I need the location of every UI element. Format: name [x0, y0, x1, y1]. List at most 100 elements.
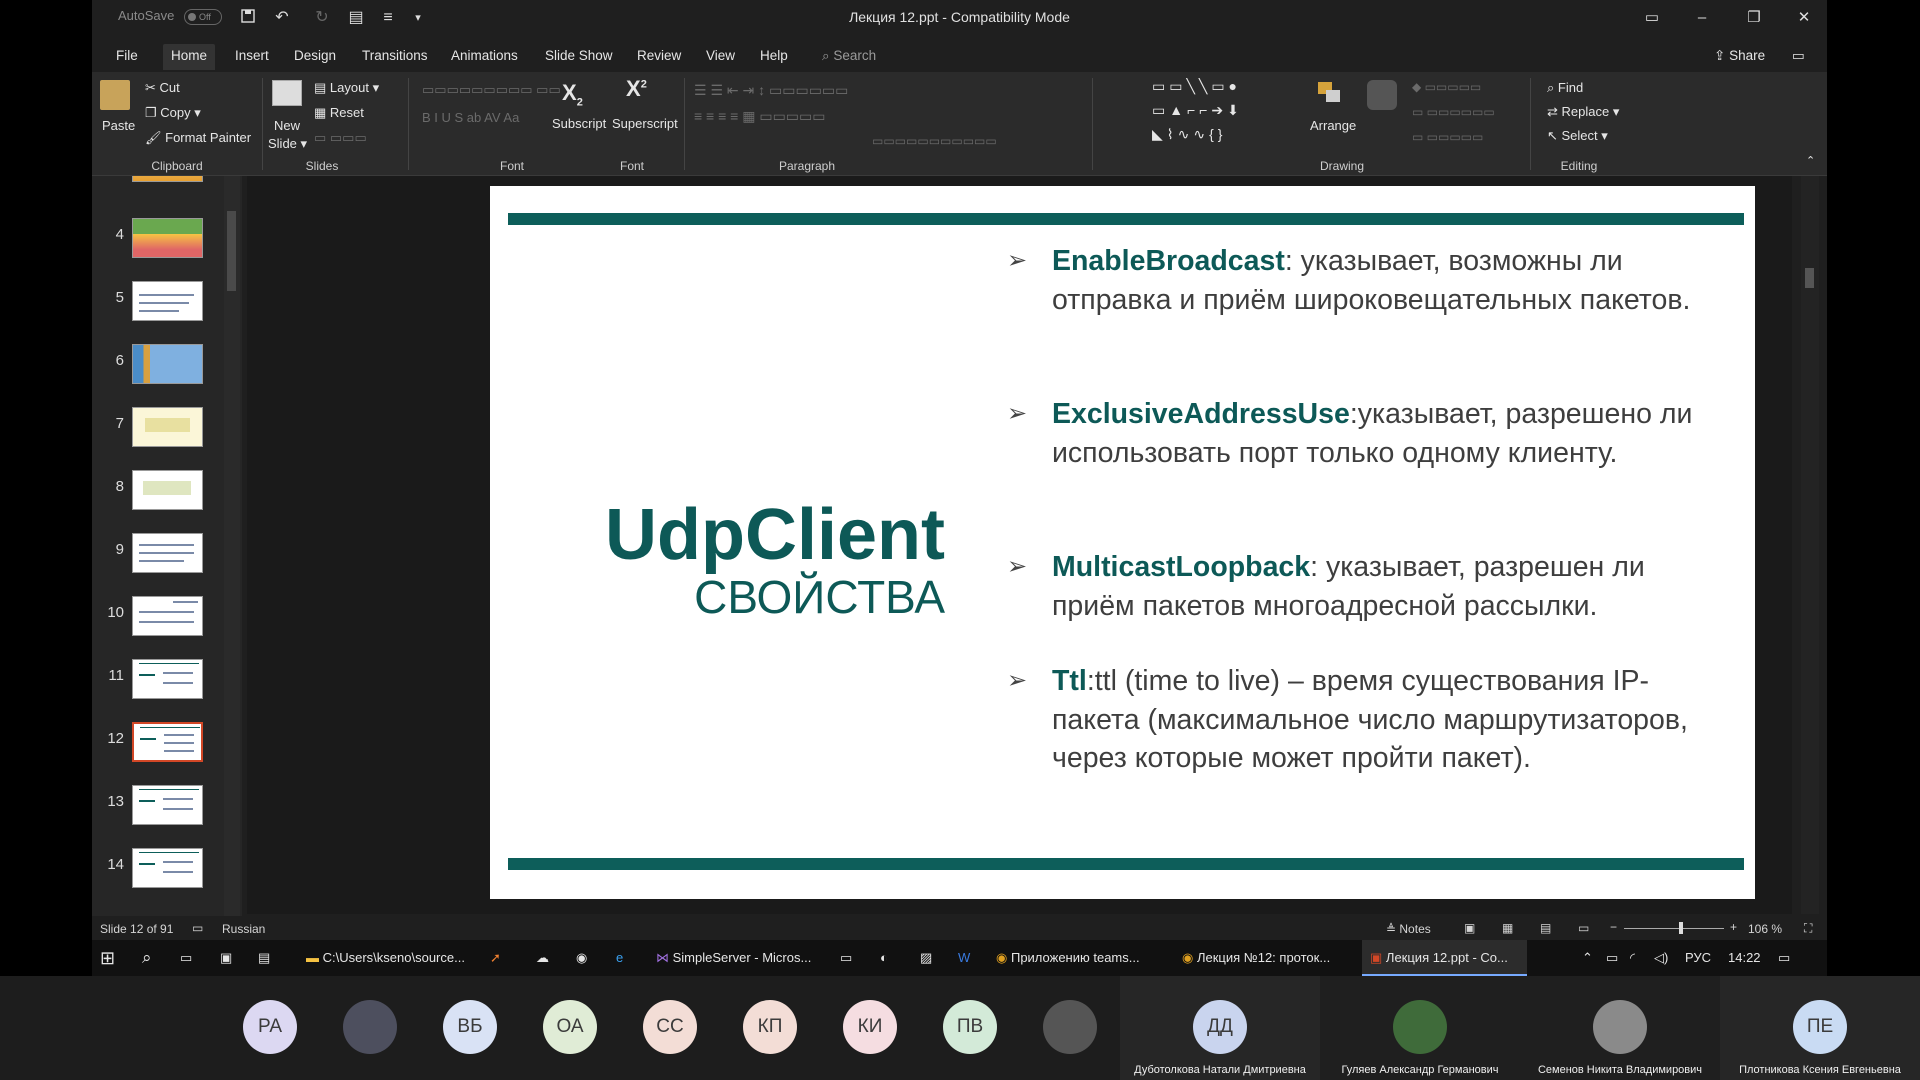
word-icon[interactable]: W	[958, 940, 970, 976]
notifications-icon[interactable]: ▭	[1778, 940, 1790, 976]
slide-scrollbar[interactable]	[1801, 176, 1819, 914]
collapse-ribbon-icon[interactable]: ⌃	[1806, 154, 1815, 167]
ribbon-display-icon[interactable]: ▭	[1632, 6, 1672, 30]
windows-start-icon[interactable]: ⊞	[100, 940, 115, 976]
taskbar-item-powerpoint[interactable]: ▣ Лекция 12.ppt - Co...	[1362, 940, 1527, 976]
tab-slide-show[interactable]: Slide Show	[537, 44, 621, 70]
taskbar-item-chrome-2[interactable]: ◉ Лекция №12: проток...	[1182, 940, 1330, 976]
thumbnail-row[interactable]: 12	[92, 722, 242, 785]
wifi-icon[interactable]: ◜	[1630, 940, 1635, 976]
normal-view-icon[interactable]: ▣	[1464, 921, 1475, 935]
participant-tile[interactable]: ПЕ Плотникова Ксения Евгеньевна	[1720, 976, 1920, 1080]
tab-review[interactable]: Review	[629, 44, 689, 70]
tab-insert[interactable]: Insert	[227, 44, 277, 70]
app-icon[interactable]: ☁	[536, 940, 549, 976]
edge-icon[interactable]: e	[616, 940, 623, 976]
clock[interactable]: 14:22	[1728, 940, 1761, 976]
thumbnail-row[interactable]: 10	[92, 596, 242, 659]
app-icon[interactable]: ◐	[880, 940, 888, 976]
slide-sorter-icon[interactable]: ▦	[1502, 921, 1513, 935]
subscript-button[interactable]: Subscript	[552, 116, 606, 131]
battery-icon[interactable]: ▭	[1606, 940, 1618, 976]
reset-button[interactable]: ▦ Reset	[314, 105, 364, 121]
superscript-button[interactable]: Superscript	[612, 116, 678, 131]
share-button[interactable]: ⇪ Share	[1706, 44, 1773, 70]
slide-thumbnail-selected[interactable]	[132, 722, 203, 762]
slide-thumbnail[interactable]	[132, 659, 203, 699]
replace-button[interactable]: ⇄ Replace ▾	[1547, 104, 1619, 120]
thumbnail-row[interactable]: 11	[92, 659, 242, 722]
format-painter-button[interactable]: 🖌 Format Painter	[145, 130, 251, 146]
zoom-out-icon[interactable]: −	[1610, 920, 1617, 934]
tray-chevron-icon[interactable]: ⌃	[1582, 940, 1593, 976]
participant-tile[interactable]: Семенов Никита Владимирович	[1520, 976, 1720, 1080]
cut-button[interactable]: ✂ Cut	[145, 80, 180, 96]
spellcheck-icon[interactable]: ▭	[192, 921, 203, 935]
slide-thumbnail[interactable]	[132, 218, 203, 258]
font-format-buttons[interactable]: B I U S ab AV Aa	[422, 110, 519, 125]
shapes-gallery[interactable]: ▭▭╲╲▭●	[1152, 78, 1241, 95]
tab-animations[interactable]: Animations	[443, 44, 526, 70]
notes-button[interactable]: ≜ Notes	[1386, 922, 1431, 936]
tab-home[interactable]: Home	[163, 44, 216, 70]
copy-button[interactable]: ❐ Copy ▾	[145, 105, 201, 121]
terminal-icon[interactable]: ▭	[840, 940, 852, 976]
shapes-gallery-row2[interactable]: ▭▲⌐⌐➔⬇	[1152, 102, 1243, 119]
task-view-icon[interactable]: ▭	[180, 940, 192, 976]
thumbnail-row[interactable]: 9	[92, 533, 242, 596]
paragraph-list-buttons[interactable]: ☰ ☰ ⇤ ⇥ ↕ ▭▭▭▭▭▭	[694, 82, 848, 99]
restore-button[interactable]: ❐	[1734, 6, 1774, 30]
store-icon[interactable]: ▤	[258, 940, 270, 976]
slide-thumbnail[interactable]	[132, 785, 203, 825]
participant-avatar[interactable]: ОА	[543, 1000, 597, 1054]
shape-outline-button[interactable]: ▭ ▭▭▭▭▭▭	[1412, 105, 1495, 119]
tab-help[interactable]: Help	[752, 44, 796, 70]
subscript-icon[interactable]: X2	[562, 80, 583, 108]
slide-thumbnail[interactable]	[132, 470, 203, 510]
thumbnail-row[interactable]: 13	[92, 785, 242, 848]
thumbnail-row[interactable]: 6	[92, 344, 242, 407]
thumbnail-row[interactable]: 8	[92, 470, 242, 533]
participant-tile[interactable]: ДД Дуботолкова Натали Дмитриевна	[1120, 976, 1320, 1080]
thumbnail-row[interactable]: 4	[92, 218, 242, 281]
taskbar-item-chrome-1[interactable]: ◉ Приложению teams...	[996, 940, 1140, 976]
bullet-item[interactable]: ➢ MulticastLoopback: указывает, разрешен…	[1007, 548, 1730, 625]
section-button[interactable]: ▭ ▭▭▭	[314, 130, 367, 146]
select-button[interactable]: ↖ Select ▾	[1547, 128, 1608, 144]
participant-avatar[interactable]: КП	[743, 1000, 797, 1054]
tab-view[interactable]: View	[698, 44, 743, 70]
participant-avatar-photo[interactable]	[343, 1000, 397, 1054]
slide-thumbnail[interactable]	[132, 344, 203, 384]
shape-fill-button[interactable]: ◆ ▭▭▭▭▭	[1412, 80, 1481, 94]
slide-thumbnail[interactable]	[132, 176, 203, 182]
tab-file[interactable]: File	[108, 44, 146, 70]
superscript-icon[interactable]: X2	[626, 76, 647, 102]
slide[interactable]: UdpClient СВОЙСТВА ➢ EnableBroadcast: ук…	[490, 186, 1755, 899]
smartart-button[interactable]: ▭▭▭▭▭▭▭▭▭▭▭	[872, 134, 997, 148]
paste-icon[interactable]	[100, 80, 130, 110]
participant-avatar[interactable]: ВБ	[443, 1000, 497, 1054]
tab-transitions[interactable]: Transitions	[354, 44, 436, 70]
thumbnail-row[interactable]: 5	[92, 281, 242, 344]
volume-icon[interactable]: ◁)	[1654, 940, 1668, 976]
slide-thumbnail[interactable]	[132, 596, 203, 636]
slide-thumbnail[interactable]	[132, 848, 203, 888]
close-button[interactable]: ✕	[1784, 6, 1824, 30]
slide-thumbnail[interactable]	[132, 533, 203, 573]
zoom-slider[interactable]	[1624, 928, 1724, 929]
tab-design[interactable]: Design	[286, 44, 344, 70]
arrange-icon[interactable]	[1316, 80, 1344, 106]
app-icon[interactable]: ◉	[576, 940, 587, 976]
zoom-in-icon[interactable]: +	[1730, 920, 1737, 934]
participant-avatar[interactable]: ПВ	[943, 1000, 997, 1054]
find-button[interactable]: ⌕ Find	[1547, 80, 1583, 96]
app-icon[interactable]: ▨	[920, 940, 932, 976]
slide-thumbnail[interactable]	[132, 407, 203, 447]
teams-icon[interactable]: ▣	[220, 940, 232, 976]
new-slide-icon[interactable]	[272, 80, 302, 106]
new-slide-label[interactable]: Slide ▾	[268, 136, 307, 152]
reading-view-icon[interactable]: ▤	[1540, 921, 1551, 935]
zoom-level[interactable]: 106 %	[1748, 922, 1782, 936]
bullet-item[interactable]: ➢ ExclusiveAddressUse:указывает, разреше…	[1007, 395, 1730, 472]
thumbnail-scrollbar[interactable]	[224, 176, 240, 916]
